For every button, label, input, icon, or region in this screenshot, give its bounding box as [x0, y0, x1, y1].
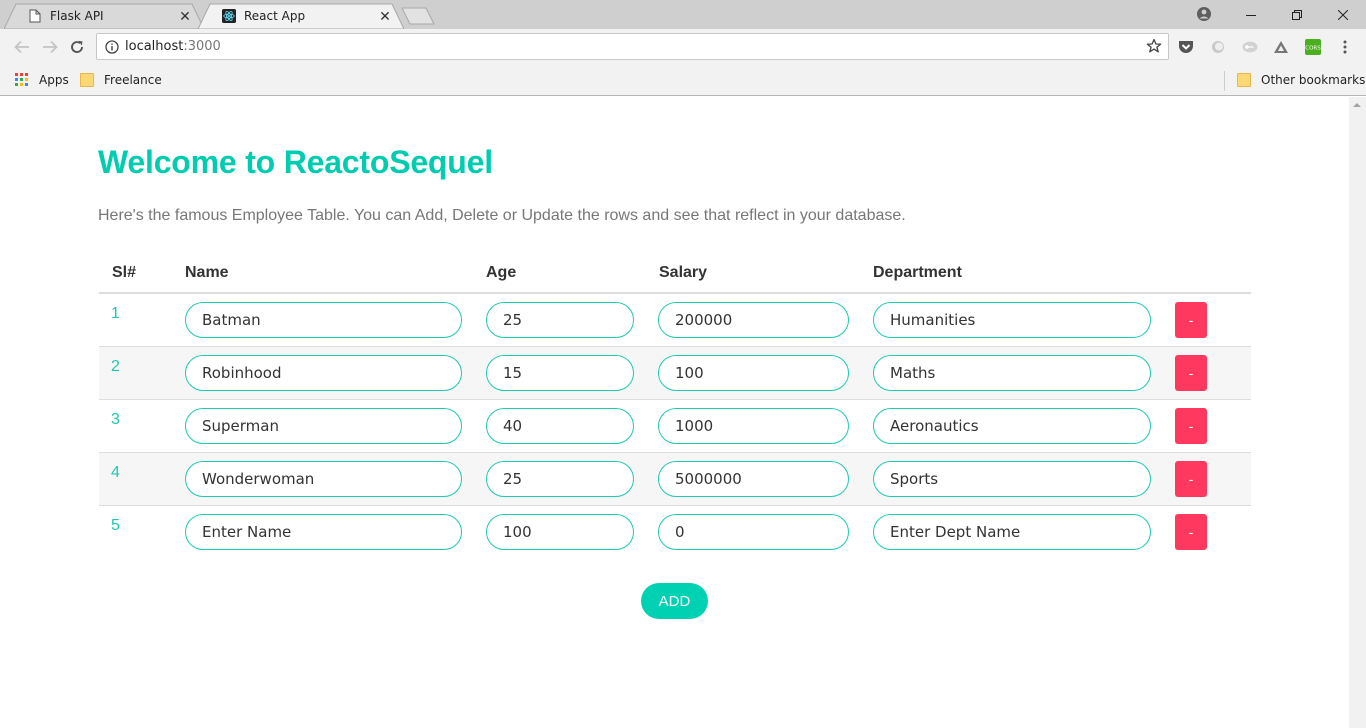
cors-icon[interactable]: CORS [1305, 39, 1321, 55]
column-header-sl: Sl# [112, 264, 137, 281]
profile-icon[interactable] [1196, 6, 1212, 22]
employee-table: Sl# Name Age Salary Department 1 - 2 - 3 [99, 250, 1251, 559]
cors-label: CORS [1305, 46, 1321, 52]
bookmark-star-icon[interactable] [1146, 38, 1162, 54]
close-window-icon[interactable] [1320, 0, 1366, 29]
age-input[interactable] [486, 514, 634, 550]
age-input[interactable] [486, 408, 634, 444]
restore-icon[interactable] [1274, 0, 1320, 29]
bookmark-apps[interactable]: Apps [15, 72, 69, 88]
age-input[interactable] [486, 355, 634, 391]
menu-kebab-icon[interactable] [1337, 39, 1353, 55]
key-extension-icon[interactable] [1242, 39, 1258, 55]
folder-icon [1237, 73, 1251, 87]
department-input[interactable] [873, 302, 1151, 338]
info-icon[interactable] [105, 39, 119, 54]
column-header-name: Name [185, 264, 229, 281]
name-input[interactable] [185, 514, 462, 550]
browser-toolbar: localhost:3000 CORS [0, 29, 1366, 65]
other-bookmarks-label: Other bookmarks [1261, 73, 1366, 87]
url-host: localhost [125, 39, 184, 54]
row-number: 2 [111, 358, 120, 375]
bookmarks-separator [1224, 71, 1225, 91]
new-tab-button[interactable] [400, 6, 436, 26]
page-subtitle: Here's the famous Employee Table. You ca… [98, 207, 906, 224]
salary-input[interactable] [658, 302, 849, 338]
column-header-age: Age [486, 264, 517, 281]
add-row-button[interactable]: ADD [641, 583, 708, 619]
circle-extension-icon[interactable] [1210, 39, 1226, 55]
name-input[interactable] [185, 302, 462, 338]
table-row: 3 - [99, 400, 1251, 453]
salary-input[interactable] [658, 355, 849, 391]
name-input[interactable] [185, 461, 462, 497]
tab-title: React App [244, 9, 306, 23]
back-arrow-icon[interactable] [12, 37, 32, 57]
table-row: 4 - [99, 453, 1251, 506]
row-number: 1 [111, 305, 120, 322]
tab-strip: Flask API ✕ React App ✕ [0, 0, 1366, 29]
reload-icon[interactable] [67, 37, 87, 57]
tab-title: Flask API [50, 9, 104, 23]
table-row: 2 - [99, 347, 1251, 400]
row-number: 3 [111, 411, 120, 428]
delete-row-button[interactable]: - [1175, 302, 1207, 338]
table-row: 1 - [99, 294, 1251, 347]
document-icon [28, 8, 42, 24]
department-input[interactable] [873, 355, 1151, 391]
drive-icon[interactable] [1273, 39, 1289, 55]
delete-row-button[interactable]: - [1175, 461, 1207, 497]
bookmarks-bar: Apps Freelance Other bookmarks [0, 65, 1366, 96]
delete-row-button[interactable]: - [1175, 408, 1207, 444]
delete-row-button[interactable]: - [1175, 355, 1207, 391]
delete-row-button[interactable]: - [1175, 514, 1207, 550]
salary-input[interactable] [658, 408, 849, 444]
page-content: Welcome to ReactoSequel Here's the famou… [0, 97, 1349, 728]
other-bookmarks[interactable]: Other bookmarks [1237, 72, 1365, 88]
pocket-icon[interactable] [1178, 39, 1194, 55]
folder-icon [80, 73, 94, 87]
department-input[interactable] [873, 408, 1151, 444]
bookmark-freelance[interactable]: Freelance [80, 72, 162, 88]
row-number: 5 [111, 517, 120, 534]
age-input[interactable] [486, 461, 634, 497]
table-row: 5 - [99, 506, 1251, 559]
name-input[interactable] [185, 408, 462, 444]
name-input[interactable] [185, 355, 462, 391]
salary-input[interactable] [658, 514, 849, 550]
department-input[interactable] [873, 514, 1151, 550]
window-controls [1228, 0, 1366, 29]
address-bar[interactable]: localhost:3000 [96, 33, 1169, 60]
age-input[interactable] [486, 302, 634, 338]
close-tab-icon[interactable]: ✕ [178, 9, 192, 23]
salary-input[interactable] [658, 461, 849, 497]
close-tab-icon[interactable]: ✕ [378, 9, 392, 23]
tab-flask-api[interactable]: Flask API ✕ [4, 3, 204, 29]
tab-react-app[interactable]: React App ✕ [198, 3, 404, 29]
column-header-department: Department [873, 264, 962, 281]
apps-grid-icon [15, 73, 28, 86]
react-logo-icon [222, 8, 236, 24]
url-port: :3000 [183, 39, 221, 54]
department-input[interactable] [873, 461, 1151, 497]
vertical-scrollbar[interactable] [1349, 97, 1366, 728]
row-number: 4 [111, 464, 120, 481]
scroll-up-arrow-icon[interactable] [1353, 103, 1361, 107]
bookmark-label: Apps [39, 73, 69, 87]
bookmark-label: Freelance [104, 73, 162, 87]
forward-arrow-icon[interactable] [40, 37, 60, 57]
table-header: Sl# Name Age Salary Department [99, 250, 1251, 294]
column-header-salary: Salary [659, 264, 708, 281]
minimize-icon[interactable] [1228, 0, 1274, 29]
page-title: Welcome to ReactoSequel [98, 144, 493, 180]
